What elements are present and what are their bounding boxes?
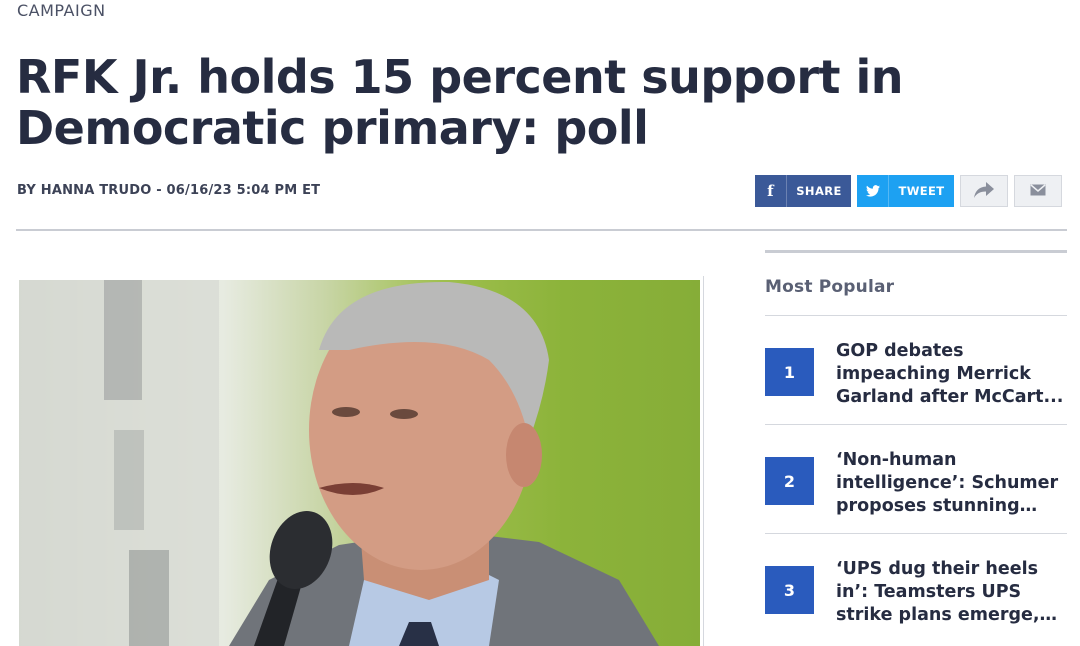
popular-item-link[interactable]: GOP debates impeaching Merrick Garland a… <box>836 340 1067 409</box>
rank-badge: 3 <box>765 566 814 614</box>
sidebar-top-rule <box>765 250 1067 253</box>
article-photo <box>19 280 700 646</box>
most-popular-sidebar: Most Popular 1 GOP debates impeaching Me… <box>765 250 1067 643</box>
popular-item-link[interactable]: ‘Non-human intelligence’: Schumer propos… <box>836 449 1067 518</box>
twitter-tweet-label: TWEET <box>898 184 945 198</box>
twitter-tweet-button[interactable]: TWEET <box>857 175 954 207</box>
rank-badge: 1 <box>765 348 814 396</box>
popular-item[interactable]: 2 ‘Non-human intelligence’: Schumer prop… <box>765 425 1067 534</box>
popular-item[interactable]: 1 GOP debates impeaching Merrick Garland… <box>765 316 1067 425</box>
email-share-button[interactable] <box>1014 175 1062 207</box>
rank-badge: 2 <box>765 457 814 505</box>
most-popular-title: Most Popular <box>765 277 895 297</box>
email-icon <box>1030 183 1046 199</box>
share-arrow-icon <box>974 181 994 201</box>
header-divider <box>16 229 1067 231</box>
facebook-share-button[interactable]: f SHARE <box>755 175 851 207</box>
section-label[interactable]: CAMPAIGN <box>17 1 106 20</box>
facebook-icon: f <box>755 175 787 207</box>
popular-item-link[interactable]: ‘UPS dug their heels in’: Teamsters UPS … <box>836 558 1067 627</box>
photo-rule <box>703 276 704 646</box>
popular-item[interactable]: 3 ‘UPS dug their heels in’: Teamsters UP… <box>765 534 1067 643</box>
share-bar: f SHARE TWEET <box>755 175 1062 207</box>
twitter-icon <box>857 175 889 207</box>
article-byline: BY HANNA TRUDO - 06/16/23 5:04 PM ET <box>17 183 321 198</box>
forward-share-button[interactable] <box>960 175 1008 207</box>
article-headline: RFK Jr. holds 15 percent support in Demo… <box>16 50 904 155</box>
facebook-share-label: SHARE <box>796 184 842 198</box>
